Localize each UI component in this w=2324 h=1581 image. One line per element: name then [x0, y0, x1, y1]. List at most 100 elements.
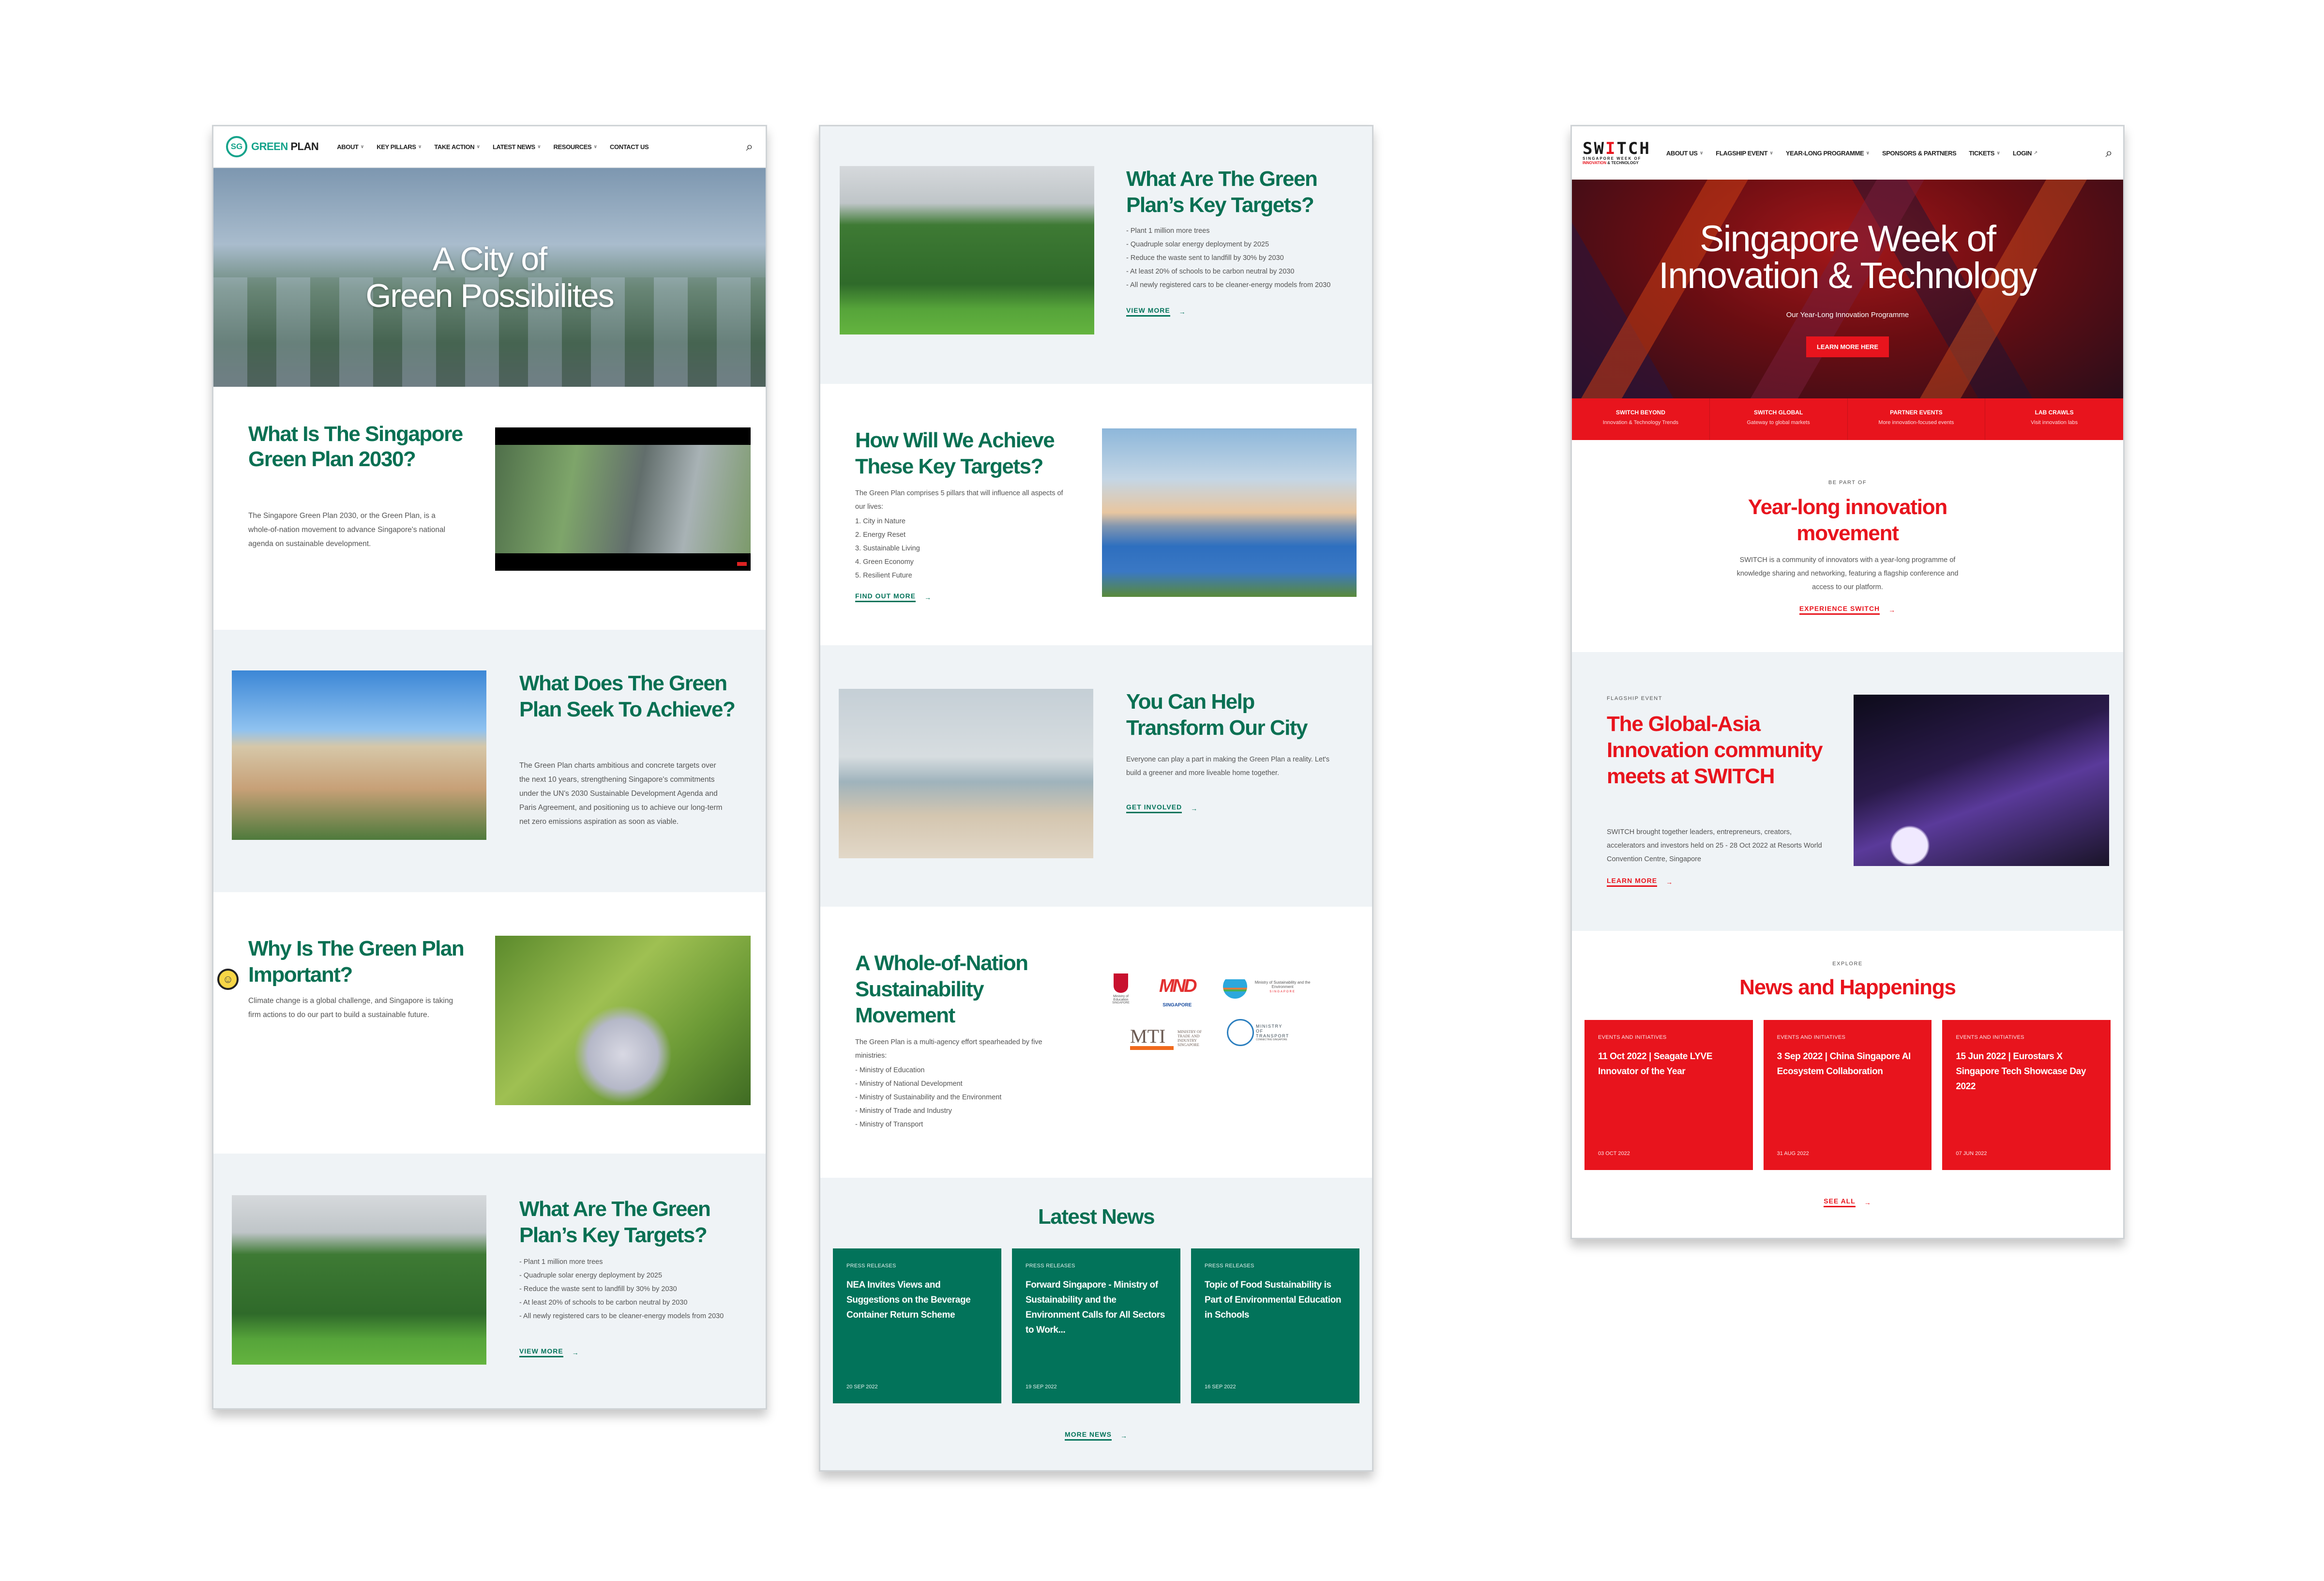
targets-title: What Are The Green Plan’s Key Targets?: [1126, 167, 1318, 217]
solar-panels-image: [1102, 428, 1357, 597]
nav-item-flagship-event[interactable]: FLAGSHIP EVENT ∨: [1716, 150, 1773, 157]
news-category: PRESS RELEASES: [1026, 1263, 1075, 1269]
target-item: - All newly registered cars to be cleane…: [1126, 281, 1331, 289]
chevron-down-icon: ∨: [1996, 150, 2000, 156]
targets-list: - Plant 1 million more trees - Quadruple…: [1126, 224, 1339, 292]
news-date: 03 OCT 2022: [1598, 1151, 1630, 1156]
view-more-link[interactable]: VIEW MORE →: [519, 1347, 579, 1357]
green-plan-page-bottom: What Are The Green Plan’s Key Targets? -…: [819, 125, 1373, 1472]
nav-item-year-long-programme[interactable]: YEAR-LONG PROGRAMME ∨: [1786, 150, 1870, 157]
target-item: - At least 20% of schools to be carbon n…: [519, 1299, 688, 1307]
gp-logo[interactable]: SG GREEN PLAN: [226, 136, 319, 157]
experience-switch-link[interactable]: EXPERIENCE SWITCH →: [1799, 605, 1896, 615]
arrow-right-icon: →: [1191, 804, 1198, 812]
nav-item-take-action[interactable]: TAKE ACTION ∨: [434, 143, 480, 151]
mti-logo: MTI MINISTRY OF TRADE AND INDUSTRY SINGA…: [1130, 1027, 1211, 1050]
family-image: [495, 936, 751, 1105]
news-title: 11 Oct 2022 | Seagate LYVE Innovator of …: [1598, 1051, 1713, 1077]
feedback-smiley-icon[interactable]: ☺: [217, 969, 239, 990]
seek-title: What Does The Green Plan Seek To Achieve…: [519, 671, 736, 721]
chevron-down-icon: ∨: [360, 144, 364, 150]
pillar-item: 3. Sustainable Living: [855, 545, 920, 552]
strip-item-switch-beyond[interactable]: SWITCH BEYOND Innovation & Technology Tr…: [1572, 398, 1710, 440]
nav-item-about-us[interactable]: ABOUT US ∨: [1666, 150, 1704, 157]
news-card[interactable]: EVENTS AND INITIATIVES 15 Jun 2022 | Eur…: [1942, 1020, 2111, 1170]
nav-item-key-pillars[interactable]: KEY PILLARS ∨: [377, 143, 422, 151]
switch-menu: ABOUT US ∨ FLAGSHIP EVENT ∨ YEAR-LONG PROG…: [1666, 150, 2106, 157]
learn-more-link[interactable]: LEARN MORE →: [1607, 877, 1673, 887]
search-icon[interactable]: ⌕: [746, 139, 753, 154]
intro-video-player[interactable]: [495, 427, 751, 571]
news-eyebrow: EXPLORE: [1832, 961, 1863, 967]
switch-logo[interactable]: SWITCH SINGAPORE WEEK OF INNOVATION & TE…: [1583, 140, 1651, 165]
see-all-link[interactable]: SEE ALL →: [1572, 1197, 2123, 1207]
nav-item-resources[interactable]: RESOURCES ∨: [554, 143, 598, 151]
section-latest-news: Latest News PRESS RELEASES NEA Invites V…: [820, 1178, 1372, 1470]
view-more-link[interactable]: VIEW MORE →: [1126, 306, 1186, 317]
nav-item-latest-news[interactable]: LATEST NEWS ∨: [493, 143, 541, 151]
gp-logo-plan: PLAN: [290, 140, 319, 152]
chevron-down-icon: ∨: [593, 144, 598, 150]
switch-page: SWITCH SINGAPORE WEEK OF INNOVATION & TE…: [1570, 125, 2125, 1239]
section-what-is: What Is The Singapore Green Plan 2030? T…: [213, 388, 766, 630]
pillar-item: 4. Green Economy: [855, 558, 914, 566]
news-card[interactable]: PRESS RELEASES Topic of Food Sustainabil…: [1191, 1248, 1359, 1403]
mot-logo: MINISTRY OF TRANSPORT CONNECTING SINGAPO…: [1227, 1019, 1288, 1046]
ministry-item: - Ministry of Trade and Industry: [855, 1107, 952, 1115]
what-is-title: What Is The Singapore Green Plan 2030?: [248, 422, 463, 471]
learn-more-here-button[interactable]: LEARN MORE HERE: [1806, 336, 1889, 357]
news-date: 19 SEP 2022: [1026, 1384, 1057, 1390]
nation-intro: The Green Plan is a multi-agency effort …: [855, 1038, 1042, 1060]
section-nation: A Whole-of-Nation Sustainability Movemen…: [820, 907, 1372, 1178]
nav-item-sponsors-partners[interactable]: SPONSORS & PARTNERS: [1882, 150, 1957, 157]
switch-hero-banner: Singapore Week of Innovation & Technolog…: [1572, 180, 2123, 398]
section-targets: What Are The Green Plan’s Key Targets? -…: [213, 1154, 766, 1408]
section-flagship: FLAGSHIP EVENT The Global-Asia Innovatio…: [1572, 652, 2123, 931]
arrow-right-icon: →: [1120, 1431, 1128, 1440]
news-category: EVENTS AND INITIATIVES: [1598, 1034, 1667, 1040]
news-title: Topic of Food Sustainability is Part of …: [1205, 1280, 1342, 1320]
green-highway-image: [840, 166, 1094, 334]
conference-audience-image: [1854, 695, 2109, 866]
news-card[interactable]: EVENTS AND INITIATIVES 3 Sep 2022 | Chin…: [1763, 1020, 1932, 1170]
moe-crest-icon: [1114, 973, 1128, 993]
news-card[interactable]: EVENTS AND INITIATIVES 11 Oct 2022 | Sea…: [1585, 1020, 1753, 1170]
switch-hero-title: Singapore Week of Innovation & Technolog…: [1659, 218, 2037, 296]
news-title: Forward Singapore - Ministry of Sustaina…: [1026, 1280, 1165, 1335]
nav-item-tickets[interactable]: TICKETS ∨: [1969, 150, 2000, 157]
strip-item-switch-global[interactable]: SWITCH GLOBAL Gateway to global markets: [1710, 398, 1848, 440]
nav-item-about[interactable]: ABOUT ∨: [337, 143, 364, 151]
target-item: - All newly registered cars to be cleane…: [519, 1312, 724, 1320]
gp-hero-title: A City of Green Possibilites: [365, 241, 614, 314]
news-date: 07 JUN 2022: [1956, 1151, 1987, 1156]
help-title: You Can Help Transform Our City: [1126, 690, 1308, 740]
news-card[interactable]: PRESS RELEASES Forward Singapore - Minis…: [1012, 1248, 1180, 1403]
find-out-more-link[interactable]: FIND OUT MORE →: [855, 592, 932, 602]
strip-item-lab-crawls[interactable]: LAB CRAWLS Visit innovation labs: [1985, 398, 2123, 440]
section-targets-continued: What Are The Green Plan’s Key Targets? -…: [820, 126, 1372, 384]
news-date: 20 SEP 2022: [846, 1384, 878, 1390]
external-link-icon: ↗: [2033, 150, 2037, 156]
search-icon[interactable]: ⌕: [2105, 145, 2113, 161]
latest-news-title: Latest News: [1038, 1205, 1155, 1229]
chevron-down-icon: ∨: [476, 144, 480, 150]
pillar-item: 1. City in Nature: [855, 517, 905, 525]
nav-item-contact-us[interactable]: CONTACT US: [610, 143, 649, 151]
get-involved-link[interactable]: GET INVOLVED →: [1126, 803, 1198, 813]
mot-rings-icon: [1227, 1019, 1254, 1046]
more-news-link[interactable]: MORE NEWS →: [820, 1430, 1372, 1441]
pillars-list: 1. City in Nature 2. Energy Reset 3. Sus…: [855, 515, 920, 582]
moe-logo: Ministry of Education SINGAPORE: [1109, 973, 1133, 1004]
news-card[interactable]: PRESS RELEASES NEA Invites Views and Sug…: [833, 1248, 1001, 1403]
movement-eyebrow: BE PART OF: [1828, 480, 1867, 486]
ministry-item: - Ministry of Transport: [855, 1121, 923, 1128]
gp-menu: ABOUT ∨ KEY PILLARS ∨ TAKE ACTION ∨ LATEST …: [337, 143, 746, 151]
chevron-down-icon: ∨: [418, 144, 422, 150]
strip-item-partner-events[interactable]: PARTNER EVENTS More innovation-focused e…: [1848, 398, 1986, 440]
youtube-logo-icon: [737, 562, 747, 566]
nav-item-login[interactable]: LOGIN ↗: [2013, 150, 2038, 157]
targets-title: What Are The Green Plan’s Key Targets?: [519, 1197, 711, 1247]
nation-title: A Whole-of-Nation Sustainability Movemen…: [855, 951, 1028, 1027]
flagship-eyebrow: FLAGSHIP EVENT: [1607, 696, 1662, 701]
section-news-happenings: EXPLORE News and Happenings EVENTS AND I…: [1572, 931, 2123, 1238]
